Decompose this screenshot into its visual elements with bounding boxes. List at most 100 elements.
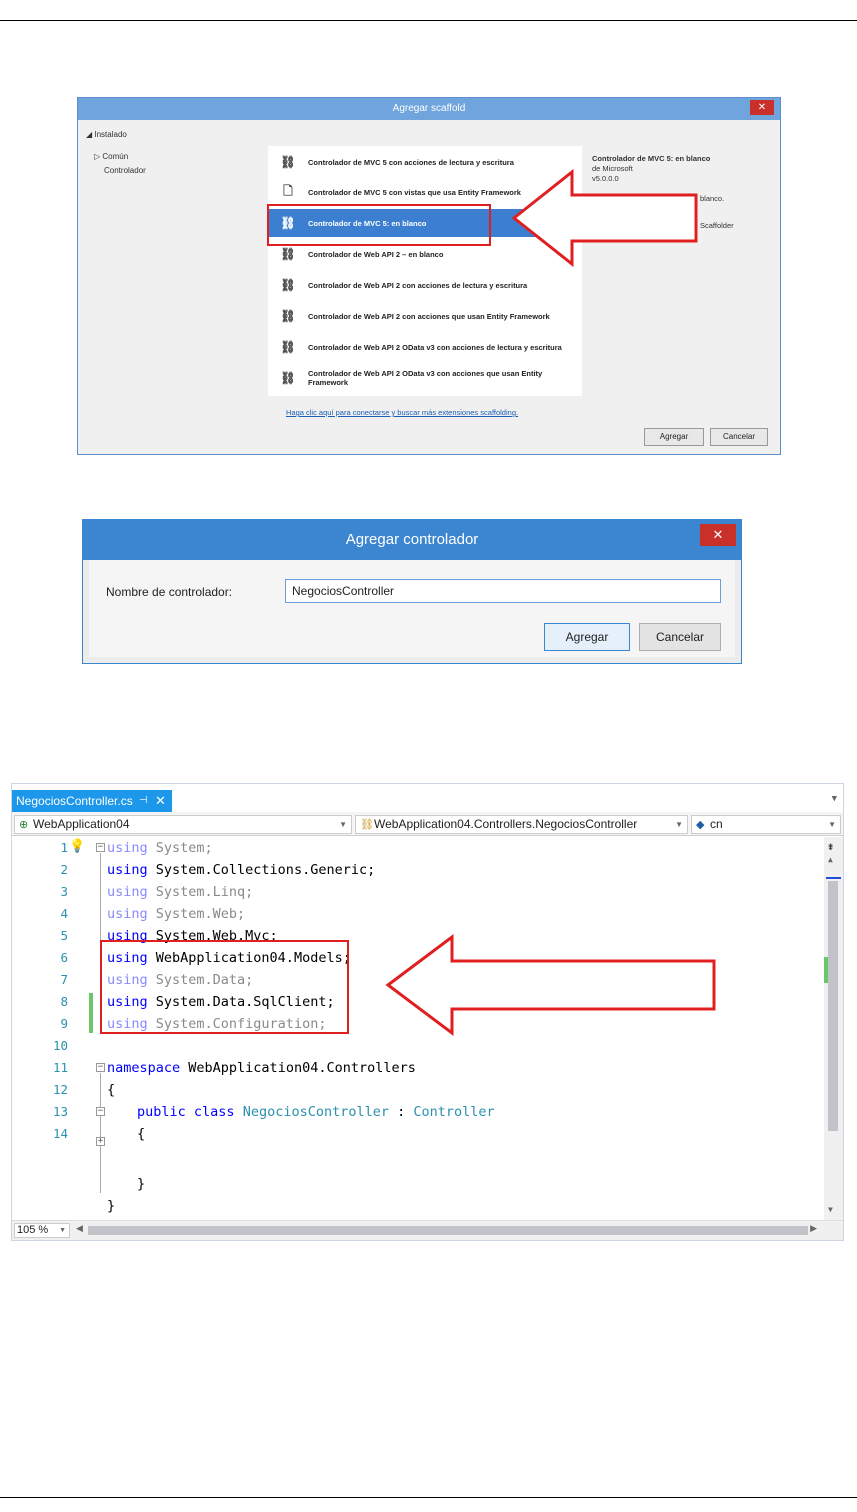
navigation-bar: ⊕ WebApplication04 ▼ ⛓WebApplication04.Co… (12, 812, 843, 836)
zoom-combo[interactable]: 105 % ▼ (14, 1223, 70, 1238)
code-line: } (107, 1198, 116, 1214)
cancel-button[interactable]: Cancelar (639, 623, 721, 651)
project-combo[interactable]: ⊕ WebApplication04 ▼ (14, 815, 352, 834)
line-number: 13 (52, 1104, 68, 1119)
code-line: } (137, 1176, 146, 1192)
line-number: 6 (60, 950, 68, 965)
line-number: 12 (52, 1082, 68, 1097)
line-number: 11 (52, 1060, 68, 1075)
scroll-down-icon[interactable]: ▼ (828, 1205, 833, 1214)
close-tab-icon[interactable]: ✕ (155, 790, 166, 812)
code-line: using System; (107, 840, 213, 856)
controller-icon: ⛓ (280, 309, 296, 323)
project-icon: ⊕ (19, 819, 29, 831)
code-line: { (107, 1082, 116, 1098)
tab-negocios-controller[interactable]: NegociosController.cs ⊣ ✕ (12, 790, 172, 812)
type-combo[interactable]: ⛓WebApplication04.Controllers.NegociosCo… (355, 815, 688, 834)
template-tree: ◢ Instalado ▷ Común Controlador (86, 128, 146, 178)
horizontal-bar: 105 % ▼ ◀ ▶ (12, 1220, 843, 1240)
tab-overflow-dropdown-icon[interactable]: ▼ (832, 794, 837, 804)
project-name: WebApplication04 (33, 817, 130, 831)
add-controller-dialog: Agregar controlador ✕ Nombre de controla… (82, 519, 742, 664)
line-number: 9 (60, 1016, 68, 1031)
info-description: blanco. (700, 194, 725, 203)
tree-item-installed[interactable]: ◢ Instalado (86, 128, 146, 142)
pin-icon[interactable]: ⊣ (139, 790, 148, 812)
list-item-label: Controlador de Web API 2 OData v3 con ac… (308, 369, 543, 387)
info-scaffolder: Scaffolder (700, 221, 734, 230)
highlight-box (100, 940, 349, 1034)
scroll-left-icon[interactable]: ◀ (76, 1223, 83, 1234)
member-combo[interactable]: ◆ cn ▼ (691, 815, 841, 834)
code-line: namespace WebApplication04.Controllers (107, 1060, 416, 1076)
line-number: 14 (52, 1126, 68, 1141)
field-icon: ◆ (696, 819, 705, 831)
code-editor: NegociosController.cs ⊣ ✕ ▼ ⊕ WebApplicat… (11, 783, 844, 1241)
more-extensions-link[interactable]: Haga clic aquí para conectarse y buscar … (286, 408, 518, 417)
code-line: { (137, 1126, 146, 1142)
vertical-scrollbar[interactable]: ⇟ ▲ ▼ (824, 837, 843, 1220)
tree-item-controller[interactable]: Controlador (104, 164, 146, 178)
pointer-arrow (511, 168, 698, 268)
dialog-title: Agregar controlador (83, 520, 741, 560)
info-title: Controlador de MVC 5: en blanco (592, 154, 711, 163)
chevron-down-icon: ▼ (59, 1227, 66, 1234)
collapse-icon[interactable]: − (96, 1063, 105, 1072)
class-icon: ⛓ (360, 819, 374, 831)
add-button[interactable]: Agregar (644, 428, 704, 446)
close-button[interactable]: ✕ (700, 524, 736, 546)
add-scaffold-dialog: Agregar scaffold ✕ ◢ Instalado ▷ Común C… (77, 97, 781, 455)
scroll-right-icon[interactable]: ▶ (810, 1223, 817, 1234)
list-item[interactable]: ⛓ Controlador de Web API 2 OData v3 con … (268, 333, 582, 361)
add-button[interactable]: Agregar (544, 623, 630, 651)
line-number: 7 (60, 972, 68, 987)
controller-icon: ⛓ (280, 340, 296, 354)
code-line: using System.Linq; (107, 884, 254, 900)
chevron-down-icon: ▼ (675, 820, 683, 829)
collapse-icon[interactable]: − (96, 1107, 105, 1116)
code-area[interactable]: 1 2 3 4 5 6 7 8 9 10 11 12 13 14 💡 − − −… (12, 837, 822, 1220)
list-item-label: Controlador de Web API 2 con acciones qu… (308, 311, 550, 321)
lightbulb-icon[interactable]: 💡 (69, 839, 85, 854)
list-item-label: Controlador de MVC 5 con acciones de lec… (308, 157, 514, 167)
tab-strip: NegociosController.cs ⊣ ✕ ▼ (12, 784, 843, 812)
line-number: 3 (60, 884, 68, 899)
horizontal-scroll-thumb[interactable] (88, 1226, 808, 1235)
code-line: public class NegociosController : Contro… (137, 1104, 495, 1120)
dialog-title: Agregar scaffold (78, 98, 780, 120)
scroll-thumb[interactable] (828, 881, 838, 1131)
caret-marker (826, 877, 841, 879)
line-number: 8 (60, 994, 68, 1009)
change-marker (824, 957, 828, 983)
change-marker (89, 993, 93, 1033)
chevron-down-icon: ▼ (339, 820, 347, 829)
close-button[interactable]: ✕ (750, 100, 774, 115)
list-item[interactable]: ⛓ Controlador de Web API 2 con acciones … (268, 302, 582, 330)
list-item[interactable]: ⛓ Controlador de Web API 2 con acciones … (268, 271, 582, 299)
controller-icon: ⛓ (280, 247, 296, 261)
highlight-box (267, 204, 491, 246)
controller-name-input[interactable]: NegociosController (285, 579, 721, 603)
chevron-down-icon: ▼ (828, 820, 836, 829)
tab-title: NegociosController.cs (16, 794, 133, 808)
page-bottom-rule (0, 1497, 857, 1498)
tree-item-common[interactable]: ▷ Común (94, 150, 146, 164)
list-item[interactable]: ⛓ Controlador de Web API 2 OData v3 con … (268, 364, 582, 392)
collapse-icon[interactable]: − (96, 843, 105, 852)
type-name: WebApplication04.Controllers.NegociosCon… (374, 817, 638, 831)
expand-icon[interactable]: + (96, 1137, 105, 1146)
outline-guide (100, 1073, 101, 1193)
cancel-button[interactable]: Cancelar (710, 428, 768, 446)
line-number: 10 (52, 1038, 68, 1053)
line-number: 4 (60, 906, 68, 921)
code-line: using System.Web; (107, 906, 246, 922)
line-number: 1 (60, 840, 68, 855)
dialog-body: Nombre de controlador: NegociosControlle… (89, 560, 735, 657)
split-icon[interactable]: ⇟ (827, 839, 834, 853)
list-item-label: Controlador de Web API 2 OData v3 con ac… (308, 342, 562, 352)
scroll-up-icon[interactable]: ▲ (828, 855, 833, 864)
controller-icon: ⛓ (280, 278, 296, 292)
pointer-arrow (385, 934, 716, 1036)
zoom-level: 105 % (17, 1224, 49, 1236)
code-line: using System.Collections.Generic; (107, 862, 376, 878)
